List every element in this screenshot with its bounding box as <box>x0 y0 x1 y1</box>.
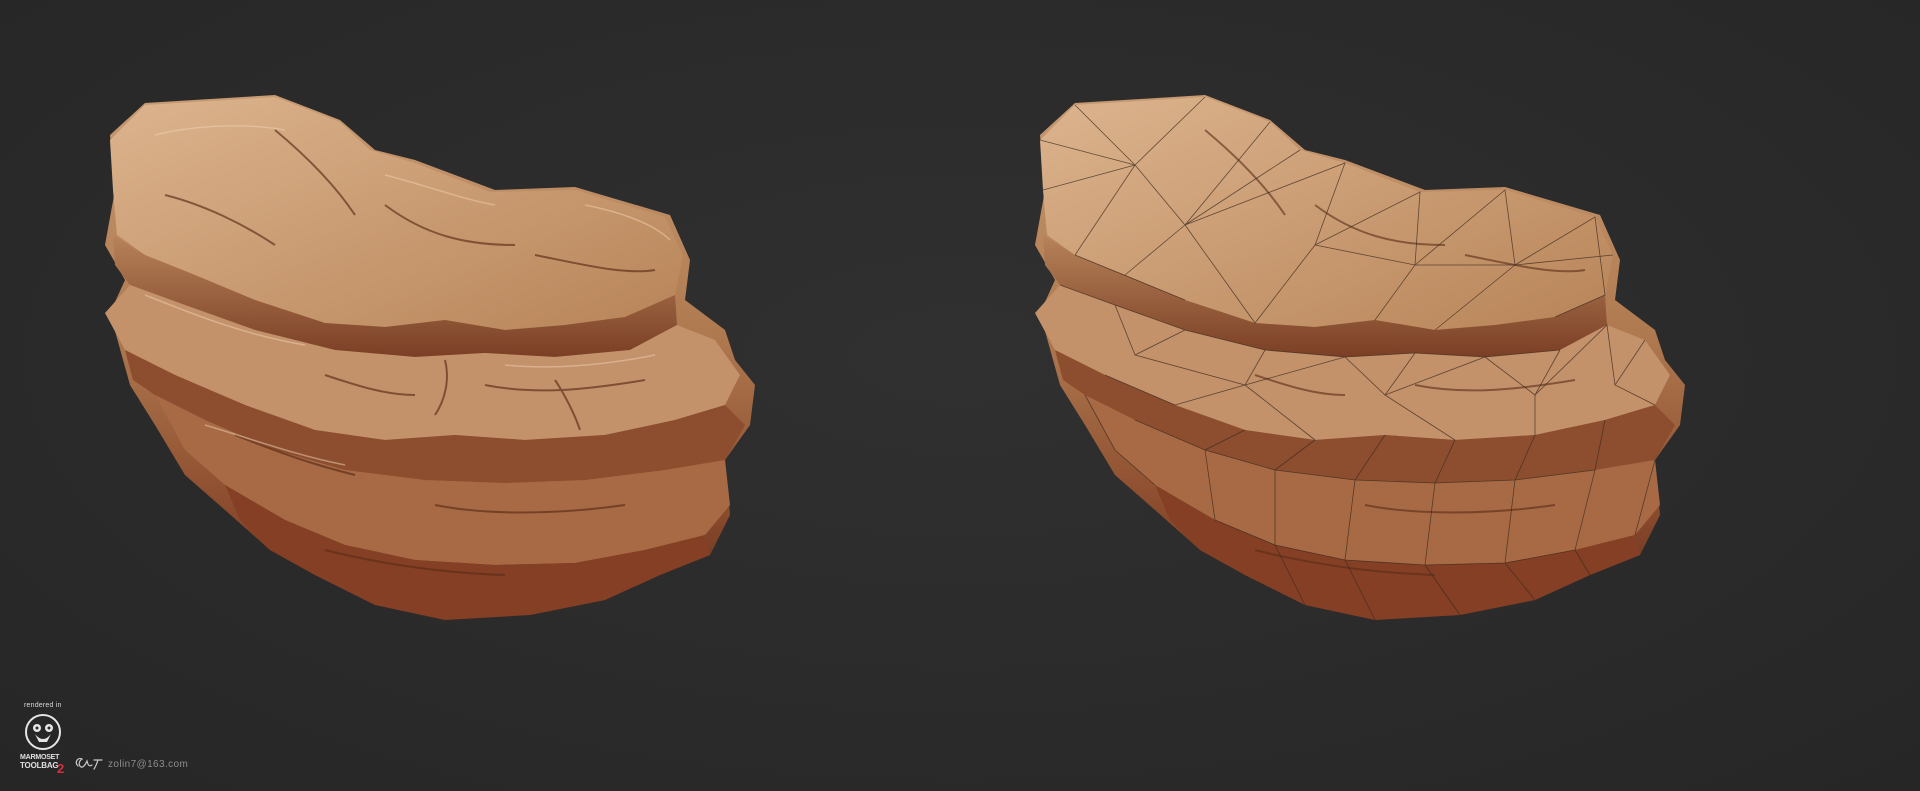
artist-email: zolin7@163.com <box>108 759 189 770</box>
render-credits: rendered in MARMOSET TOOLBAG 2 zolin7@16… <box>20 702 220 780</box>
rock-illustration <box>105 95 755 620</box>
toolbag-version: 2 <box>57 761 65 776</box>
marmoset-icon <box>25 714 61 750</box>
render-canvas: rendered in MARMOSET TOOLBAG 2 zolin7@16… <box>0 0 1920 791</box>
toolbag-line2: TOOLBAG <box>20 761 59 770</box>
artist-signature <box>75 757 103 770</box>
toolbag-wordmark: MARMOSET TOOLBAG <box>20 754 59 770</box>
rock-render-textured <box>85 95 925 745</box>
rock-illustration-wireframe <box>1035 95 1685 621</box>
marmoset-toolbag-logo: MARMOSET TOOLBAG 2 <box>20 712 70 776</box>
rendered-in-label: rendered in <box>24 702 62 709</box>
rock-render-wireframe <box>1015 95 1855 745</box>
